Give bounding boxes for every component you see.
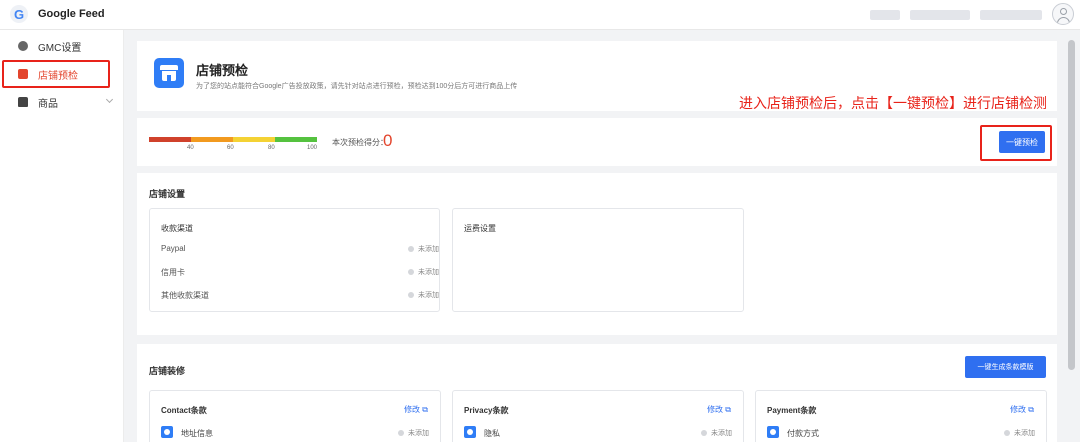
section-title: 店铺设置 bbox=[149, 189, 186, 199]
score-gauge bbox=[149, 137, 317, 142]
section-title: 店铺装修 bbox=[149, 366, 186, 376]
score-tick: 40 bbox=[187, 145, 194, 151]
status-dot-icon bbox=[1004, 430, 1010, 436]
payment-channel-label: 信用卡 bbox=[161, 268, 185, 277]
score-label: 本次预检得分： bbox=[332, 138, 388, 147]
term-item-label: 地址信息 bbox=[181, 429, 213, 438]
list-item[interactable]: 隐私 未添加 bbox=[464, 426, 732, 440]
annotation-text: 进入店铺预检后，点击【一键预检】进行店铺检测 bbox=[739, 95, 1047, 111]
credit-card-icon bbox=[767, 426, 779, 438]
avatar[interactable] bbox=[1052, 3, 1074, 25]
shipping-settings-card[interactable]: 运费设置 bbox=[452, 208, 744, 312]
page-title: 店铺预检 bbox=[196, 63, 249, 78]
list-item[interactable]: 其他收款渠道 未添加 bbox=[161, 290, 439, 302]
sidebar-item-gmc-settings[interactable]: GMC设置 bbox=[0, 33, 124, 59]
shop-settings-section: 店铺设置 收款渠道 Paypal 未添加 信用卡 未添加 其他收款渠道 未添加 … bbox=[137, 173, 1057, 335]
location-pin-icon bbox=[161, 426, 173, 438]
term-item-label: 隐私 bbox=[484, 429, 500, 438]
shield-icon bbox=[464, 426, 476, 438]
settings-circle-icon bbox=[18, 41, 28, 51]
edit-link[interactable]: 修改 ⧉ bbox=[707, 404, 731, 415]
score-gauge-segment bbox=[149, 137, 191, 142]
top-bar: G Google Feed bbox=[0, 0, 1080, 30]
privacy-terms-card: Privacy条款 修改 ⧉ 隐私 未添加 bbox=[452, 390, 744, 442]
contact-terms-card: Contact条款 修改 ⧉ 地址信息 未添加 bbox=[149, 390, 441, 442]
sidebar-item-label: 商品 bbox=[38, 98, 58, 110]
card-title: 收款渠道 bbox=[161, 224, 193, 233]
store-icon bbox=[154, 58, 184, 88]
list-item[interactable]: 付款方式 未添加 bbox=[767, 426, 1035, 440]
chevron-down-icon bbox=[105, 95, 114, 104]
card-title: Contact条款 bbox=[161, 406, 207, 415]
payment-terms-card: Payment条款 修改 ⧉ 付款方式 未添加 bbox=[755, 390, 1047, 442]
card-title: 运费设置 bbox=[464, 224, 496, 233]
status-badge: 未添加 bbox=[1004, 428, 1035, 438]
score-tick: 100 bbox=[307, 145, 318, 151]
page-header: 店铺预检 为了您的站点能符合Google广告投放政策，请先针对站点进行预检，预检… bbox=[137, 41, 1057, 111]
sidebar-item-label: GMC设置 bbox=[38, 42, 82, 54]
score-gauge-segment bbox=[191, 137, 233, 142]
payment-channels-card: 收款渠道 Paypal 未添加 信用卡 未添加 其他收款渠道 未添加 bbox=[149, 208, 440, 312]
blurred-user-info bbox=[980, 10, 1042, 20]
score-tick: 80 bbox=[268, 145, 275, 151]
payment-channel-label: 其他收款渠道 bbox=[161, 291, 209, 300]
annotation-highlight-box bbox=[2, 60, 110, 88]
one-click-precheck-button[interactable]: 一键预检 bbox=[999, 131, 1045, 153]
payment-channel-label: Paypal bbox=[161, 244, 186, 253]
list-item[interactable]: Paypal 未添加 bbox=[161, 244, 439, 256]
score-value: 0 bbox=[383, 131, 393, 150]
blurred-user-info bbox=[910, 10, 970, 20]
status-dot-icon bbox=[701, 430, 707, 436]
app-title: Google Feed bbox=[38, 8, 105, 20]
score-gauge-segment bbox=[233, 137, 275, 142]
shopping-bag-icon bbox=[18, 97, 28, 107]
sidebar: GMC设置 店铺预检 商品 bbox=[0, 30, 124, 442]
score-ticks: 40 60 80 100 bbox=[149, 145, 317, 155]
scrollbar-thumb[interactable] bbox=[1068, 40, 1075, 370]
list-item[interactable]: 信用卡 未添加 bbox=[161, 267, 439, 279]
card-title: Privacy条款 bbox=[464, 406, 509, 415]
status-badge: 未添加 bbox=[701, 428, 732, 438]
status-badge: 未添加 bbox=[408, 290, 439, 300]
status-dot-icon bbox=[408, 269, 414, 275]
status-dot-icon bbox=[398, 430, 404, 436]
edit-link[interactable]: 修改 ⧉ bbox=[404, 404, 428, 415]
status-badge: 未添加 bbox=[408, 267, 439, 277]
sidebar-item-products[interactable]: 商品 bbox=[0, 89, 124, 115]
status-badge: 未添加 bbox=[398, 428, 429, 438]
score-tick: 60 bbox=[227, 145, 234, 151]
status-dot-icon bbox=[408, 246, 414, 252]
shop-decoration-section: 店铺装修 一键生成条款模版 Contact条款 修改 ⧉ 地址信息 未添加 Pr… bbox=[137, 344, 1057, 442]
generate-terms-template-button[interactable]: 一键生成条款模版 bbox=[965, 356, 1046, 378]
blurred-user-info bbox=[870, 10, 900, 20]
status-badge: 未添加 bbox=[408, 244, 439, 254]
score-panel: 40 60 80 100 本次预检得分： 0 一键预检 bbox=[137, 118, 1057, 166]
score-gauge-segment bbox=[275, 137, 317, 142]
page-subtitle: 为了您的站点能符合Google广告投放政策，请先针对站点进行预检，预检达到100… bbox=[196, 83, 518, 90]
card-title: Payment条款 bbox=[767, 406, 817, 415]
status-dot-icon bbox=[408, 292, 414, 298]
list-item[interactable]: 地址信息 未添加 bbox=[161, 426, 429, 440]
edit-link[interactable]: 修改 ⧉ bbox=[1010, 404, 1034, 415]
term-item-label: 付款方式 bbox=[787, 429, 819, 438]
google-logo-icon: G bbox=[10, 5, 28, 23]
